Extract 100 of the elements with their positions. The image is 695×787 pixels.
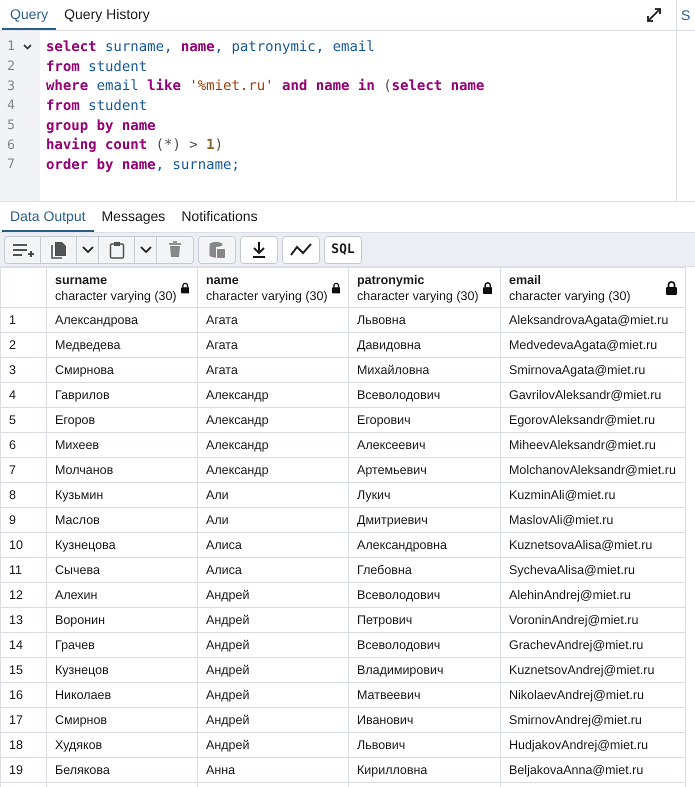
table-cell: GrachevAndrej@miet.ru (500, 632, 686, 658)
code-line: from student (46, 58, 148, 76)
table-cell: Львович (348, 732, 500, 758)
table-cell: Грачев (46, 632, 198, 658)
table-cell: Александровна (348, 532, 500, 558)
add-row-button[interactable] (5, 236, 41, 262)
table-cell: Кузнецов (46, 658, 198, 682)
line-number: 6 (6, 138, 16, 153)
table-cell: KuznetsovaAlisa@miet.ru (500, 532, 686, 558)
table-cell: Андрей (198, 582, 348, 608)
table-cell: SychevaAlisa@miet.ru (500, 558, 686, 582)
row-number: 13 (0, 608, 46, 632)
table-cell: Анна (198, 758, 348, 782)
column-header[interactable]: surname character varying (30) (46, 268, 198, 308)
output-tab[interactable]: Notifications (173, 202, 266, 232)
lock-icon (482, 280, 492, 294)
row-number: 19 (0, 758, 46, 782)
table-cell: Смирнов (46, 708, 198, 732)
row-number: 10 (0, 532, 46, 558)
chevron-down-icon (140, 246, 152, 254)
table-cell: Андрей (198, 608, 348, 632)
row-number: 8 (0, 482, 46, 508)
column-name: patronymic (357, 272, 426, 286)
table-cell: AleksandrovaAgata@miet.ru (500, 308, 686, 332)
database-icon (208, 240, 226, 258)
column-type: character varying (30) (206, 288, 328, 302)
sql-button[interactable]: SQL (325, 236, 361, 262)
column-type: character varying (30) (509, 288, 632, 302)
table-cell: EgorovAleksandr@miet.ru (500, 408, 686, 432)
line-number: 4 (6, 98, 16, 114)
panel-tab[interactable]: S (677, 0, 695, 31)
table-cell: Александр (198, 458, 348, 482)
table-cell: Александр (198, 432, 348, 458)
table-cell: BeljakovaAnna@miet.ru (500, 758, 686, 782)
table-cell: MolchanovAleksandr@miet.ru (500, 458, 686, 482)
table-cell: NikolaevAndrej@miet.ru (500, 682, 686, 708)
table-cell: Всеволодович (348, 582, 500, 608)
fold-caret-icon[interactable] (23, 44, 32, 50)
table-cell: Лукич (348, 482, 500, 508)
table-cell: MaslovAli@miet.ru (500, 508, 686, 532)
row-number: 11 (0, 558, 46, 582)
row-number: 9 (0, 508, 46, 532)
table-cell: GavrilovAleksandr@miet.ru (500, 382, 686, 408)
table-cell: Александрова (46, 308, 198, 332)
table-cell: Агата (198, 332, 348, 358)
table-cell: MiheevAleksandr@miet.ru (500, 432, 686, 458)
table-cell: Андрей (198, 708, 348, 732)
row-number: 7 (0, 458, 46, 482)
line-number: 7 (6, 157, 16, 172)
table-cell: Петрович (348, 608, 500, 632)
table-cell: Иванович (348, 708, 500, 732)
table-cell: Андрей (198, 632, 348, 658)
table-cell: Михеев (46, 432, 198, 458)
table-cell: Матвеевич (348, 682, 500, 708)
row-number: 16 (0, 682, 46, 708)
table-cell: Николаев (46, 682, 198, 708)
column-header[interactable]: patronymic character varying (30) (348, 268, 500, 308)
query-tab[interactable]: Query History (56, 0, 158, 30)
row-number: 4 (0, 382, 46, 408)
table-cell: Маслов (46, 508, 198, 532)
code-line: having count (*) > 1) (46, 136, 224, 156)
table-cell: Михайловна (348, 358, 500, 382)
table-cell: Артемьевич (348, 458, 500, 482)
column-name: surname (55, 272, 108, 286)
code-line: where email like '%miet.ru' and name in (select name (46, 77, 484, 96)
table-cell: Владимирович (348, 658, 500, 682)
code-line: from student (46, 96, 148, 116)
table-cell: Давидовна (348, 332, 500, 358)
table-cell: Александр (198, 408, 348, 432)
table-cell: Агата (198, 358, 348, 382)
table-cell: Кузьмин (46, 482, 198, 508)
table-cell: MedvedevaAgata@miet.ru (500, 332, 686, 358)
table-cell: AlehinAndrej@miet.ru (500, 582, 686, 608)
column-type: character varying (30) (357, 288, 479, 302)
table-cell: Али (198, 508, 348, 532)
table-cell: Кузнецова (46, 532, 198, 558)
maximize-icon[interactable] (646, 7, 662, 23)
table-cell: Алехин (46, 582, 198, 608)
row-number: 17 (0, 708, 46, 732)
row-number: 5 (0, 408, 46, 432)
table-cell: KuzminAli@miet.ru (500, 482, 686, 508)
row-number: 6 (0, 432, 46, 458)
row-number: 3 (0, 358, 46, 382)
table-cell: Кирилловна (348, 758, 500, 782)
table-cell: Белякова (46, 758, 198, 782)
output-tab[interactable]: Messages (94, 202, 174, 232)
table-cell: Сычева (46, 558, 198, 582)
row-number: 12 (0, 582, 46, 608)
code-line: order by name, surname; (46, 156, 241, 175)
add-row-icon (12, 242, 34, 258)
line-graph-icon (290, 242, 312, 256)
table-cell: Смирнова (46, 358, 198, 382)
table-cell: Всеволодович (348, 632, 500, 658)
code-line: group by name (46, 116, 157, 136)
row-number: 1 (0, 308, 46, 332)
lock-icon (666, 280, 677, 294)
column-header[interactable]: name character varying (30) (198, 268, 348, 308)
table-cell: Андрей (198, 682, 348, 708)
column-header[interactable]: email character varying (30) (500, 268, 686, 308)
table-cell: Егоров (46, 408, 198, 432)
